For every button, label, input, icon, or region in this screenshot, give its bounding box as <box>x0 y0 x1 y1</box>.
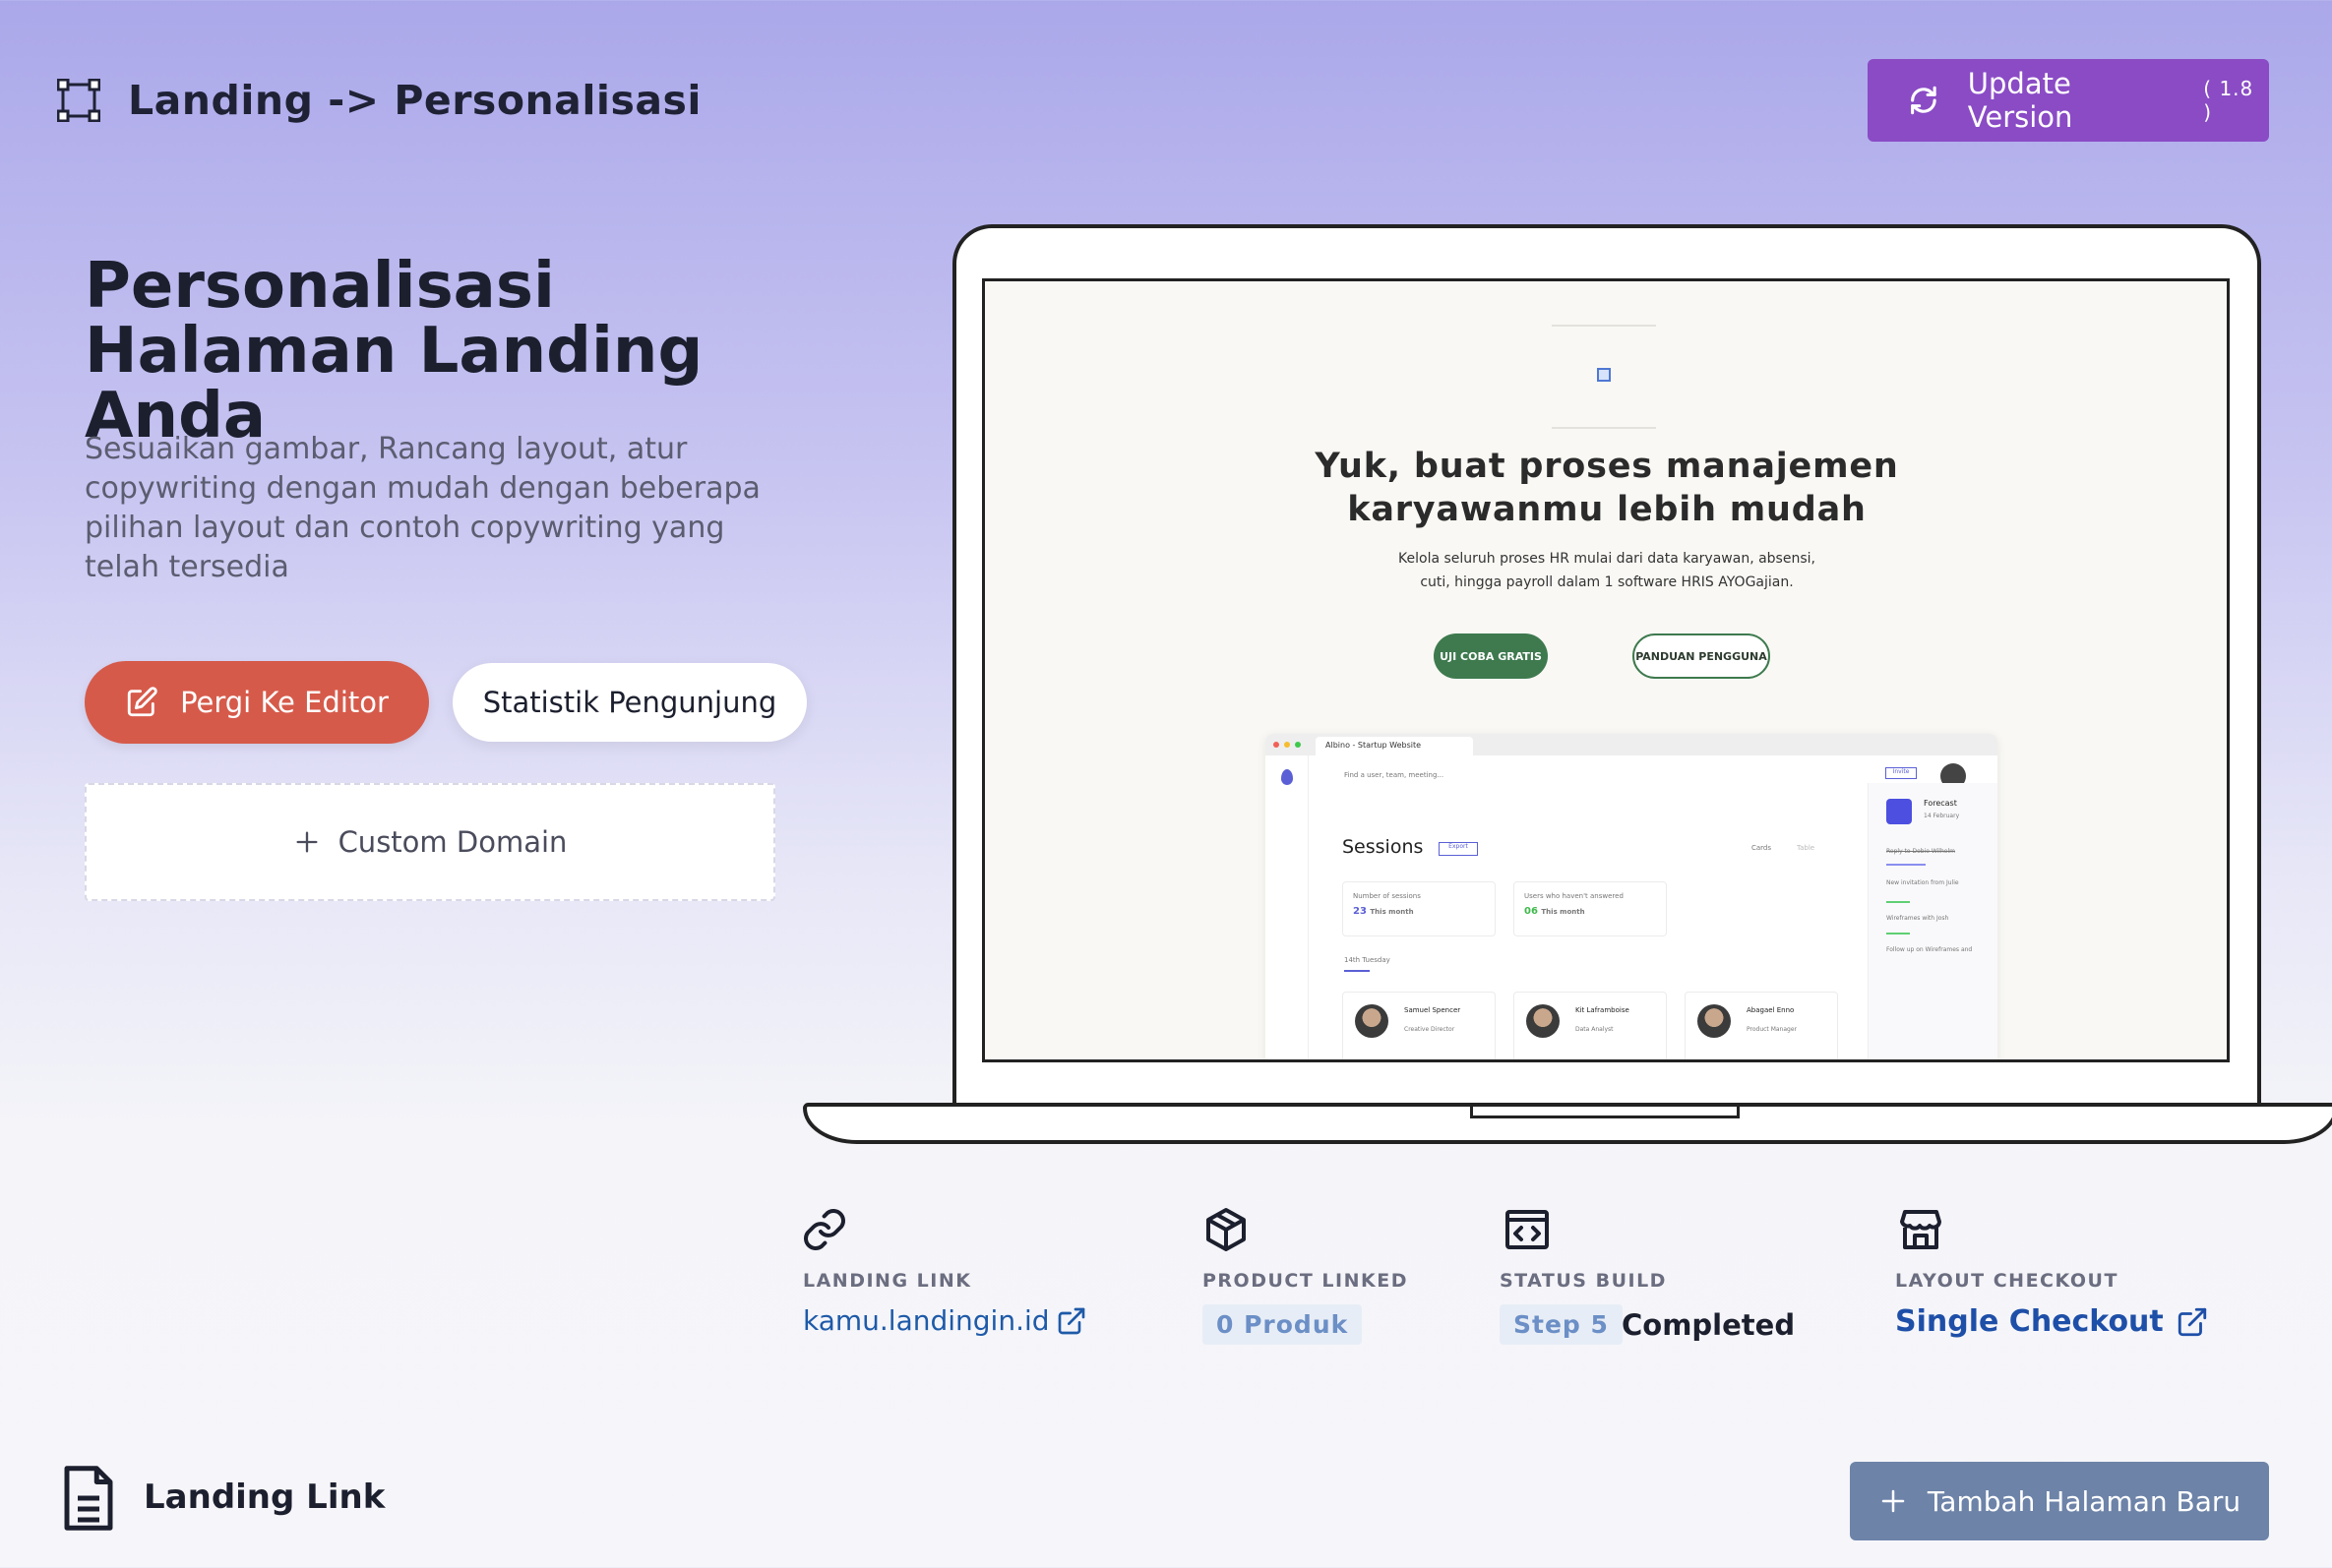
visitor-stats-button[interactable]: Statistik Pengunjung <box>453 663 807 742</box>
preview-app-screenshot: Albino - Startup Website Find a user, te… <box>1265 734 1997 1059</box>
mini-table: Table <box>1797 844 1815 852</box>
product-count-badge: 0 Produk <box>1202 1304 1363 1345</box>
go-to-editor-button[interactable]: Pergi Ke Editor <box>85 661 429 744</box>
edit-icon <box>127 687 157 717</box>
box-icon <box>1206 1208 1246 1251</box>
mini-search: Find a user, team, meeting... <box>1344 771 1444 779</box>
landing-preview[interactable]: Yuk, buat proses manajemen karyawanmu le… <box>982 278 2230 1062</box>
preview-cta-primary: UJI COBA GRATIS <box>1434 633 1548 679</box>
section-title: Landing Link <box>144 1478 386 1517</box>
status-build-label: STATUS BUILD <box>1500 1270 1667 1292</box>
preview-headline: Yuk, buat proses manajemen karyawanmu le… <box>1315 447 1899 529</box>
document-icon <box>64 1466 113 1531</box>
add-new-page-button[interactable]: Tambah Halaman Baru <box>1850 1462 2269 1540</box>
mini-day-underline <box>1344 970 1370 972</box>
mini-cards: Cards <box>1751 844 1772 852</box>
hero-title: Personalisasi Halaman Landing Anda <box>85 250 704 452</box>
mini-logo <box>1280 769 1293 785</box>
mini-export: Export <box>1439 842 1478 856</box>
product-linked-label: PRODUCT LINKED <box>1202 1270 1408 1292</box>
version-badge: ( 1.8 ) <box>2203 77 2254 124</box>
checkout-link-text: Single Checkout <box>1895 1304 2164 1339</box>
add-new-page-label: Tambah Halaman Baru <box>1927 1484 2241 1518</box>
plus-icon <box>296 831 318 853</box>
external-link-icon <box>2178 1307 2206 1336</box>
mini-person-card: Samuel Spencer Creative Director <box>1342 992 1496 1059</box>
status-step-badge: Step 5 <box>1500 1304 1623 1345</box>
mini-sidebar <box>1265 755 1309 1059</box>
update-version-label: Update Version <box>1967 67 2073 134</box>
page-title: Landing -> Personalisasi <box>128 77 702 124</box>
frame-icon <box>57 79 100 122</box>
mini-stat-card: Users who haven't answered 06 This month <box>1513 881 1667 936</box>
mini-bell-icon <box>1886 799 1912 824</box>
divider <box>1552 427 1656 429</box>
hero-description: Sesuaikan gambar, Rancang layout, atur c… <box>85 432 761 584</box>
custom-domain-label: Custom Domain <box>338 825 568 859</box>
divider <box>1552 325 1656 327</box>
mini-right-panel: Forecast 14 February Reply to Dobie Wilh… <box>1868 783 1997 1059</box>
external-link-icon <box>1058 1307 1084 1334</box>
preview-subtitle: Kelola seluruh proses HR mulai dari data… <box>1398 551 1815 590</box>
mini-stat-card: Number of sessions 23 This month <box>1342 881 1496 936</box>
plus-icon <box>1881 1489 1905 1513</box>
landing-link[interactable]: kamu.landingin.id <box>803 1304 1087 1337</box>
mini-day: 14th Tuesday <box>1344 956 1390 964</box>
code-window-icon <box>1505 1210 1549 1249</box>
mini-invite: Invite <box>1885 767 1917 779</box>
status-completed: Completed <box>1622 1308 1796 1342</box>
mini-person-card: Kit Laframboise Data Analyst <box>1513 992 1667 1059</box>
preview-cta-secondary: PANDUAN PENGGUNA <box>1632 633 1770 679</box>
refresh-icon <box>1911 86 1936 115</box>
landing-link-label: LANDING LINK <box>803 1270 972 1292</box>
custom-domain-button[interactable]: Custom Domain <box>85 783 775 901</box>
layout-checkout-label: LAYOUT CHECKOUT <box>1895 1270 2118 1292</box>
landing-link-text: kamu.landingin.id <box>803 1304 1050 1337</box>
mini-person-card: Abagael Enno Product Manager <box>1685 992 1838 1059</box>
mini-tab: Albino - Startup Website <box>1316 737 1473 756</box>
site-logo <box>1597 368 1611 382</box>
laptop-notch <box>1470 1107 1740 1118</box>
checkout-link[interactable]: Single Checkout <box>1895 1304 2209 1339</box>
link-icon <box>804 1209 845 1250</box>
go-to-editor-label: Pergi Ke Editor <box>180 686 389 719</box>
mini-browser-bar: Albino - Startup Website <box>1265 734 1997 756</box>
update-version-button[interactable]: Update Version ( 1.8 ) <box>1868 59 2269 142</box>
store-icon <box>1900 1210 1941 1249</box>
mini-sessions-title: Sessions <box>1342 836 1424 858</box>
